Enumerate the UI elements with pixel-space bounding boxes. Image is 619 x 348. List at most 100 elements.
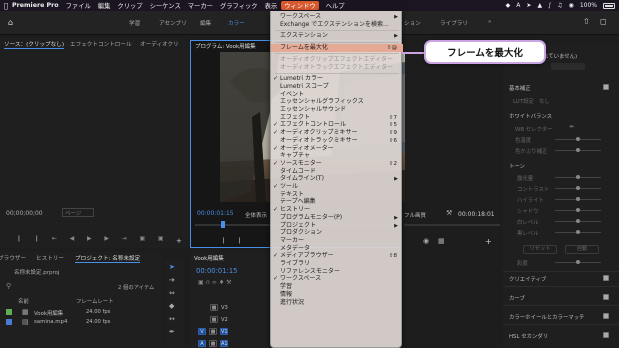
tab-browser[interactable]: ブラウザー [0, 254, 26, 262]
temperature-knob[interactable] [576, 137, 580, 141]
curves-checkbox[interactable] [603, 294, 609, 300]
menu-sequence[interactable]: シーケンス [150, 1, 181, 10]
exposure-knob[interactable] [576, 175, 580, 179]
pen-tool-icon[interactable]: ✒ [169, 328, 175, 336]
playhead-marker[interactable] [221, 221, 225, 228]
program-scrubber-right[interactable] [404, 224, 500, 226]
ripple-edit-tool-icon[interactable]: ⇔ [169, 289, 175, 297]
wifi-icon[interactable]: ◉ [569, 2, 574, 9]
program-timecode[interactable]: 00:00:01:15 [197, 210, 234, 217]
bluetooth-icon[interactable]: ∫ [548, 2, 551, 9]
menu-clip[interactable]: クリップ [117, 1, 142, 10]
section-hsl-secondary[interactable]: HSL セカンダリ [509, 332, 548, 340]
snap-icon[interactable]: ∩ [206, 279, 210, 286]
hsl-checkbox[interactable] [603, 332, 609, 338]
creative-checkbox[interactable] [603, 275, 609, 281]
workspace-tab-color[interactable]: カラー [228, 19, 245, 27]
timeline-settings-icon[interactable]: ⚒ [226, 279, 231, 286]
section-creative[interactable]: クリエイティブ [509, 275, 546, 283]
white-balance-title[interactable]: ホワイトバランス [509, 112, 552, 120]
marker-icon[interactable]: ♦ [219, 279, 224, 286]
tone-title[interactable]: トーン [509, 162, 525, 170]
menu-graphics[interactable]: グラフィック [220, 1, 258, 10]
settings-wrench-icon[interactable]: ⚒ [446, 209, 452, 217]
highlights-knob[interactable] [576, 197, 580, 201]
mark-out-icon[interactable]: ❙ [34, 235, 39, 244]
battery-icon[interactable] [603, 2, 615, 9]
tab-source[interactable]: ソース：(クリップなし) [4, 40, 65, 49]
source-patch-v1[interactable]: V [198, 328, 206, 335]
menu-window[interactable]: ウィンドウ [281, 1, 319, 10]
menu-file[interactable]: ファイル [66, 1, 91, 10]
track-name[interactable]: V3 [221, 305, 228, 311]
menu-help[interactable]: ヘルプ [326, 1, 345, 10]
tab-audio-clip-mixer[interactable]: オーディオクリ [140, 40, 179, 48]
go-to-out-icon[interactable]: ⇥ [122, 235, 127, 244]
page-field[interactable]: ページ [62, 208, 94, 217]
color-wheels-checkbox[interactable] [603, 313, 609, 319]
linked-icon[interactable]: ∞ [212, 279, 217, 286]
table-row[interactable]: ▦ Vook用編集 24.00 fps [6, 308, 156, 317]
column-name[interactable]: 名前 [18, 297, 29, 305]
track-target-v1[interactable]: V1 [220, 328, 228, 335]
blacks-knob[interactable] [576, 230, 580, 234]
track-lock-icon[interactable]: ▩ [209, 328, 217, 335]
quality-dropdown[interactable]: フル画質 [404, 211, 426, 219]
home-icon[interactable]: ⌂ [8, 18, 13, 27]
track-lock-icon[interactable]: ▩ [210, 304, 218, 311]
window-menu-item[interactable]: 進行状況 [271, 299, 403, 307]
eyedropper-icon[interactable]: ✒ [569, 123, 575, 131]
mark-in-icon[interactable]: ❙ [221, 237, 226, 244]
go-to-in-icon[interactable]: ⇤ [52, 235, 57, 244]
track-select-tool-icon[interactable]: ➔ [169, 276, 175, 284]
volume-icon[interactable]: ♫ [557, 2, 562, 9]
column-framerate[interactable]: フレームレート [76, 297, 114, 305]
track-lock-icon[interactable]: ▩ [209, 340, 217, 347]
dropbox-icon[interactable]: ◆ [506, 2, 511, 9]
window-menu-item[interactable]: エクステンション ▶ [271, 32, 403, 40]
timeline-timecode[interactable]: 00:00:01:15 [196, 267, 237, 275]
workspaces-more-button[interactable]: » [488, 19, 491, 25]
reset-button[interactable]: リセット [523, 245, 557, 254]
overwrite-icon[interactable]: ▣ [158, 235, 164, 244]
workspace-tab-edit[interactable]: 編集 [200, 19, 211, 27]
font-icon[interactable]: A [516, 2, 520, 9]
search-icon[interactable]: ⚲ [6, 282, 11, 290]
tab-history[interactable]: ヒストリー [36, 254, 64, 262]
table-row[interactable]: ▤ samina.mp4 24.00 fps [6, 318, 156, 327]
workspace-tab-assembly[interactable]: アセンブリ [159, 19, 187, 27]
step-back-icon[interactable]: ◀ [70, 235, 75, 244]
lumetri-clip-dropdown[interactable] [551, 63, 585, 70]
lut-dropdown[interactable]: なし [539, 97, 550, 105]
mark-in-icon[interactable]: ❙ [16, 235, 21, 244]
shadows-knob[interactable] [576, 208, 580, 212]
workspace-tab-right-1[interactable]: ション [404, 19, 421, 27]
program-add-button-icon[interactable]: + [485, 237, 492, 246]
track-lock-icon[interactable]: ▩ [210, 316, 218, 323]
basic-correction-checkbox[interactable] [603, 84, 609, 90]
fullscreen-icon[interactable]: ◻ [600, 17, 607, 26]
compare-icon[interactable]: ▦ [438, 237, 445, 245]
tab-effect-controls[interactable]: エフェクトコントロール [70, 40, 132, 48]
program-monitor-title[interactable]: プログラム: Vook用編集 [195, 42, 256, 50]
tint-knob[interactable] [576, 148, 580, 152]
whites-knob[interactable] [576, 219, 580, 223]
track-target-a1[interactable]: A1 [220, 340, 228, 347]
mark-out-icon[interactable]: ❙ [237, 237, 242, 244]
app-name-menu[interactable]: Premiere Pro [12, 2, 59, 9]
section-color-wheels[interactable]: カラーホイールとカラーマッチ [509, 313, 584, 321]
track-name[interactable]: V2 [221, 317, 228, 323]
menu-marker[interactable]: マーカー [188, 1, 213, 10]
tab-project[interactable]: プロジェクト: 名称未設定 [75, 254, 141, 263]
selection-tool-icon[interactable]: ➤ [169, 263, 175, 271]
menu-edit[interactable]: 編集 [98, 1, 111, 10]
slip-tool-icon[interactable]: ↔ [169, 315, 175, 323]
workspace-tab-libraries[interactable]: ライブラリ [440, 19, 468, 27]
apple-menu-icon[interactable]:  [0, 2, 12, 10]
workspace-tab-learn[interactable]: 学習 [129, 19, 140, 27]
add-button-icon[interactable]: + [176, 237, 182, 245]
timeline-tab[interactable]: Vook用編集 [194, 254, 224, 262]
razor-tool-icon[interactable]: ◆ [169, 302, 174, 310]
arrow-icon[interactable]: ➤ [526, 2, 531, 9]
window-menu-item[interactable]: Exchange でエクステンションを検索... [271, 21, 403, 29]
